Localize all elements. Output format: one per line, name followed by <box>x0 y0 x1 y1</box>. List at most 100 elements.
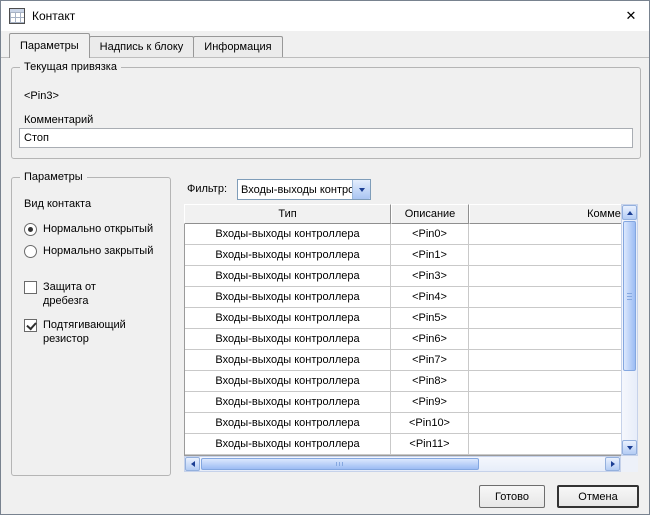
contact-dialog: Контакт ✕ Параметры Надпись к блоку Инфо… <box>0 0 650 515</box>
table-row[interactable]: Входы-выходы контроллера <Pin4> <box>185 287 621 308</box>
cell-comment <box>469 371 621 392</box>
arrow-left-icon <box>190 461 195 467</box>
group-current-binding: Текущая привязка <Pin3> Комментарий <box>11 60 641 159</box>
done-button[interactable]: Готово <box>479 485 545 508</box>
scroll-up-button[interactable] <box>622 205 637 220</box>
current-pin-value: <Pin3> <box>24 90 59 102</box>
cell-description: <Pin11> <box>391 434 469 455</box>
radio-icon <box>24 223 37 236</box>
filter-label: Фильтр: <box>187 183 228 195</box>
cell-comment <box>469 245 621 266</box>
comment-input[interactable] <box>19 128 633 148</box>
table-row[interactable]: Входы-выходы контроллера <Pin5> <box>185 308 621 329</box>
cell-description: <Pin7> <box>391 350 469 371</box>
cell-type: Входы-выходы контроллера <box>185 371 391 392</box>
scroll-down-button[interactable] <box>622 440 637 455</box>
close-button[interactable]: ✕ <box>613 1 649 30</box>
tab-information[interactable]: Информация <box>193 36 283 57</box>
cell-type: Входы-выходы контроллера <box>185 350 391 371</box>
group-title: Параметры <box>20 170 87 184</box>
table-row[interactable]: Входы-выходы контроллера <Pin0> <box>185 224 621 245</box>
table-row[interactable]: Входы-выходы контроллера <Pin3> <box>185 266 621 287</box>
titlebar: Контакт ✕ <box>1 1 649 31</box>
checkbox-pullup-resistor[interactable]: Подтягивающий резистор <box>24 318 127 346</box>
cell-comment <box>469 266 621 287</box>
arrow-down-icon <box>626 445 633 450</box>
cell-type: Входы-выходы контроллера <box>185 329 391 350</box>
cell-comment <box>469 308 621 329</box>
app-icon <box>9 8 25 24</box>
cell-type: Входы-выходы контроллера <box>185 287 391 308</box>
arrow-right-icon <box>610 461 615 467</box>
table-row[interactable]: Входы-выходы контроллера <Pin9> <box>185 392 621 413</box>
chevron-down-icon <box>358 187 365 192</box>
comment-label: Комментарий <box>24 114 94 126</box>
cell-description: <Pin9> <box>391 392 469 413</box>
scroll-right-button[interactable] <box>605 457 620 471</box>
horizontal-scrollbar-thumb[interactable] <box>201 458 479 470</box>
cell-type: Входы-выходы контроллера <box>185 266 391 287</box>
radio-label: Нормально открытый <box>43 223 154 235</box>
cell-comment <box>469 392 621 413</box>
cell-comment <box>469 287 621 308</box>
column-header-type[interactable]: Тип <box>184 204 391 224</box>
tab-parameters[interactable]: Параметры <box>9 33 90 58</box>
horizontal-scrollbar[interactable] <box>184 456 621 472</box>
cell-type: Входы-выходы контроллера <box>185 308 391 329</box>
checkbox-icon <box>24 281 37 294</box>
cell-description: <Pin3> <box>391 266 469 287</box>
tab-block-label[interactable]: Надпись к блоку <box>88 36 195 57</box>
combo-dropdown-button[interactable] <box>352 180 370 199</box>
arrow-up-icon <box>626 210 633 215</box>
table-row[interactable]: Входы-выходы контроллера <Pin11> <box>185 434 621 455</box>
cell-description: <Pin8> <box>391 371 469 392</box>
checkbox-label: Защита от дребезга <box>43 281 96 307</box>
checkbox-icon <box>24 319 37 332</box>
table-body: Входы-выходы контроллера <Pin0> Входы-выхо… <box>184 224 621 456</box>
contact-kind-label: Вид контакта <box>24 198 92 210</box>
close-icon: ✕ <box>625 7 637 23</box>
cell-comment <box>469 350 621 371</box>
tab-bar: Параметры Надпись к блоку Информация <box>9 33 283 58</box>
filter-combobox[interactable]: Входы-выходы контроллера <box>237 179 371 200</box>
table-row[interactable]: Входы-выходы контроллера <Pin10> <box>185 413 621 434</box>
cell-description: <Pin6> <box>391 329 469 350</box>
group-title: Текущая привязка <box>20 60 121 74</box>
cell-description: <Pin10> <box>391 413 469 434</box>
cell-description: <Pin4> <box>391 287 469 308</box>
table-row[interactable]: Входы-выходы контроллера <Pin6> <box>185 329 621 350</box>
table-row[interactable]: Входы-выходы контроллера <Pin1> <box>185 245 621 266</box>
vertical-scrollbar-thumb[interactable] <box>623 221 636 371</box>
cell-comment <box>469 434 621 455</box>
cell-comment <box>469 224 621 245</box>
cell-type: Входы-выходы контроллера <box>185 392 391 413</box>
table-row[interactable]: Входы-выходы контроллера <Pin7> <box>185 350 621 371</box>
radio-normally-open[interactable]: Нормально открытый <box>24 222 153 236</box>
vertical-scrollbar[interactable] <box>621 204 638 456</box>
cancel-button[interactable]: Отмена <box>557 485 639 508</box>
column-header-description[interactable]: Описание <box>391 204 469 224</box>
column-header-comment[interactable]: Комме <box>469 204 621 224</box>
scroll-left-button[interactable] <box>185 457 200 471</box>
cell-description: <Pin0> <box>391 224 469 245</box>
cell-type: Входы-выходы контроллера <box>185 413 391 434</box>
cell-comment <box>469 329 621 350</box>
cell-type: Входы-выходы контроллера <box>185 224 391 245</box>
checkbox-debounce[interactable]: Защита от дребезга <box>24 280 127 308</box>
group-parameters: Параметры Вид контакта Нормально открыты… <box>11 170 171 476</box>
table-row[interactable]: Входы-выходы контроллера <Pin8> <box>185 371 621 392</box>
cell-description: <Pin5> <box>391 308 469 329</box>
cell-type: Входы-выходы контроллера <box>185 434 391 455</box>
cell-description: <Pin1> <box>391 245 469 266</box>
window-title: Контакт <box>32 9 76 23</box>
table-header: Тип Описание Комме <box>184 204 621 224</box>
pin-table: Тип Описание Комме Входы-выходы контролл… <box>184 204 638 472</box>
radio-label: Нормально закрытый <box>43 245 154 257</box>
radio-icon <box>24 245 37 258</box>
scrollbar-corner <box>621 456 638 472</box>
cell-type: Входы-выходы контроллера <box>185 245 391 266</box>
filter-value: Входы-выходы контроллера <box>241 183 352 196</box>
checkbox-label: Подтягивающий резистор <box>43 319 126 345</box>
radio-normally-closed[interactable]: Нормально закрытый <box>24 244 153 258</box>
cell-comment <box>469 413 621 434</box>
